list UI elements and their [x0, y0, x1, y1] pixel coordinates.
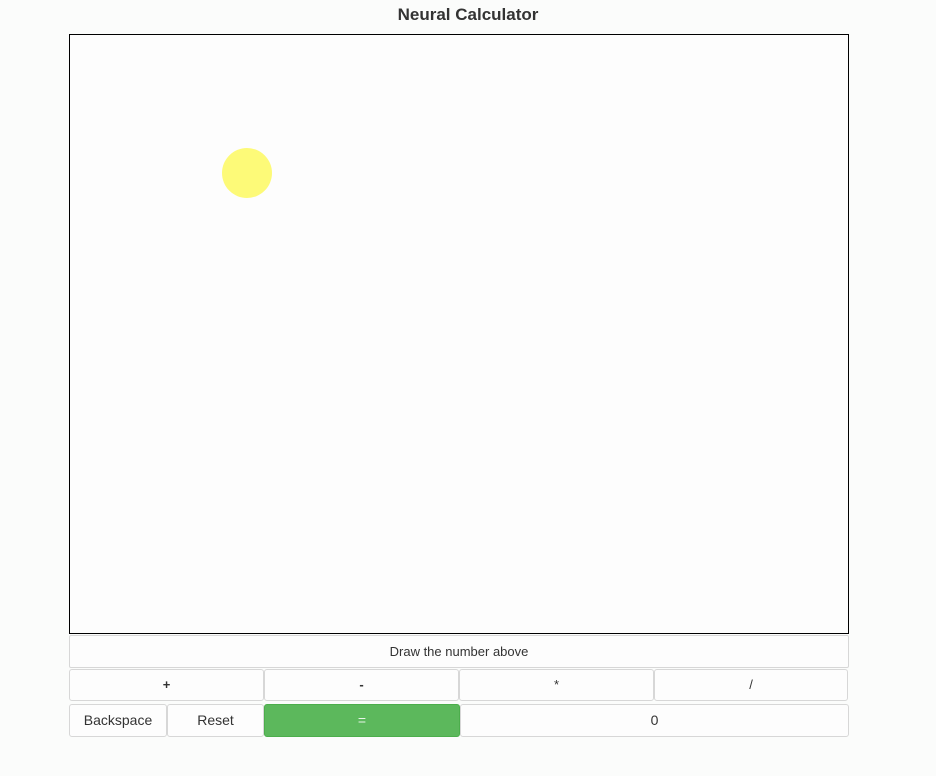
add-button[interactable]: +: [69, 669, 264, 701]
divide-button[interactable]: /: [654, 669, 848, 701]
reset-button[interactable]: Reset: [167, 704, 264, 737]
backspace-button[interactable]: Backspace: [69, 704, 167, 737]
subtract-button[interactable]: -: [264, 669, 459, 701]
multiply-button[interactable]: *: [459, 669, 654, 701]
drawing-canvas[interactable]: [69, 34, 849, 634]
pen-cursor-indicator: [222, 148, 272, 198]
page-title: Neural Calculator: [397, 5, 539, 24]
instruction-message: Draw the number above: [69, 635, 849, 668]
result-display: 0: [460, 704, 849, 737]
equals-button[interactable]: =: [264, 704, 460, 737]
